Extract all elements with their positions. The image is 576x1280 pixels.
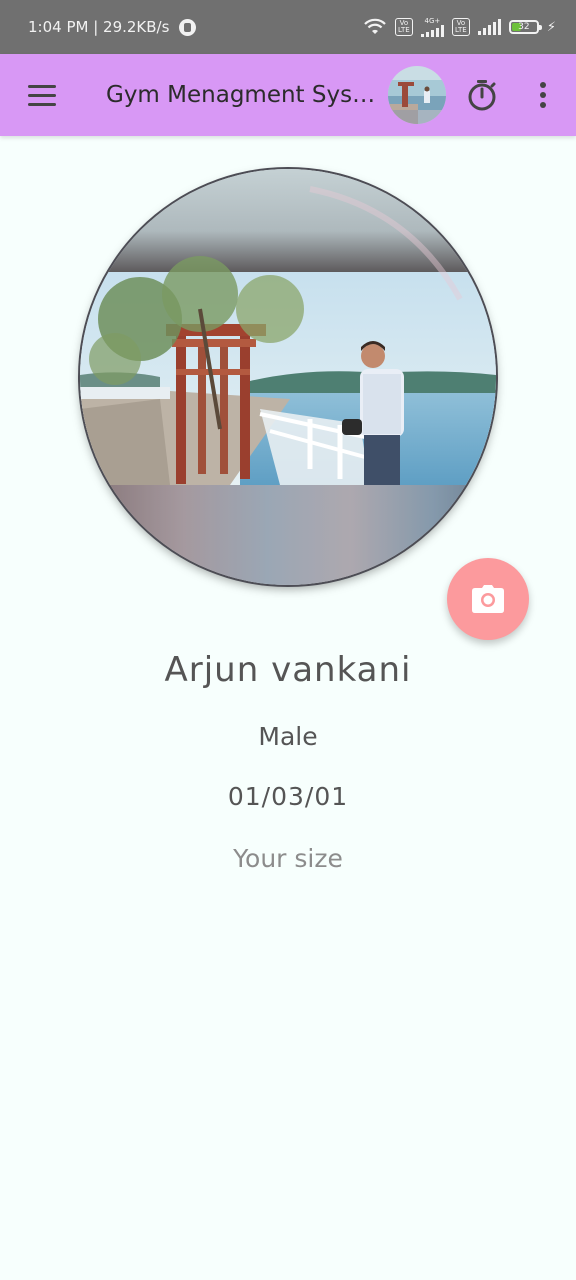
camera-icon: [472, 585, 504, 613]
wifi-icon: [364, 18, 386, 34]
battery-icon: 32: [508, 20, 542, 34]
camera-button[interactable]: [447, 558, 529, 640]
network-type: 4G+: [424, 17, 441, 25]
user-size[interactable]: Your size: [0, 844, 576, 873]
battery-level: 32: [518, 22, 530, 32]
status-left: 1:04 PM | 29.2KB/s: [28, 0, 197, 54]
user-dob: 01/03/01: [227, 782, 349, 811]
app-bar: Gym Menagment System: [0, 54, 576, 136]
signal-icon-sim1: [420, 25, 444, 37]
app-title: Gym Menagment System: [106, 82, 376, 108]
volte-badge-1: Vo LTE: [394, 18, 413, 36]
status-right: Vo LTE 4G+ Vo LTE 32 ⚡: [363, 0, 556, 54]
more-vertical-icon[interactable]: [526, 75, 560, 115]
hamburger-menu-icon[interactable]: [22, 75, 62, 115]
charging-icon: ⚡: [546, 19, 556, 35]
avatar[interactable]: [388, 66, 446, 124]
volte-badge-2: Vo LTE: [451, 18, 470, 36]
avatar-image: [388, 66, 446, 124]
app-notification-icon: [179, 18, 197, 36]
signal-icon-sim2: [477, 19, 501, 35]
stopwatch-icon[interactable]: [462, 75, 502, 115]
sim1-signal-group: 4G+: [420, 17, 444, 37]
status-bar: 1:04 PM | 29.2KB/s Vo LTE 4G+ Vo LTE 32 …: [0, 0, 576, 54]
profile-photo[interactable]: [80, 169, 496, 585]
status-time-speed: 1:04 PM | 29.2KB/s: [28, 18, 170, 36]
user-name: Arjun vankani: [164, 650, 412, 690]
profile-photo-image: [80, 169, 496, 585]
user-gender: Male: [258, 722, 318, 751]
